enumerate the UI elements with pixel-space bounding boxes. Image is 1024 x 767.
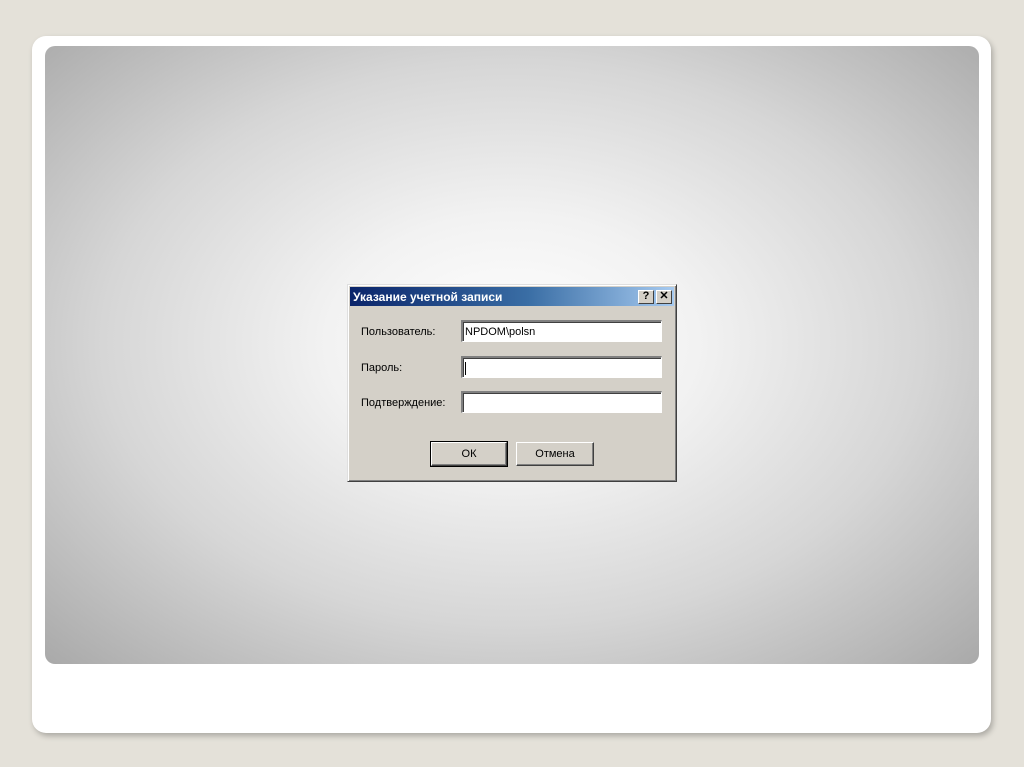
text-caret <box>465 361 466 375</box>
close-icon[interactable]: ✕ <box>656 289 672 304</box>
username-input[interactable]: NPDOM\polsn <box>461 320 662 342</box>
account-dialog: Указание учетной записи ? ✕ Пользователь… <box>347 284 677 482</box>
confirm-password-input[interactable] <box>461 391 662 413</box>
dialog-title: Указание учетной записи <box>353 289 503 304</box>
confirm-label: Подтверждение: <box>361 397 446 409</box>
help-icon[interactable]: ? <box>638 289 654 304</box>
ok-button[interactable]: ОК <box>430 441 508 467</box>
cancel-button[interactable]: Отмена <box>516 442 594 466</box>
dialog-titlebar[interactable]: Указание учетной записи ? ✕ <box>350 287 674 306</box>
password-input[interactable] <box>461 356 662 378</box>
username-label: Пользователь: <box>361 326 436 338</box>
password-label: Пароль: <box>361 362 403 374</box>
